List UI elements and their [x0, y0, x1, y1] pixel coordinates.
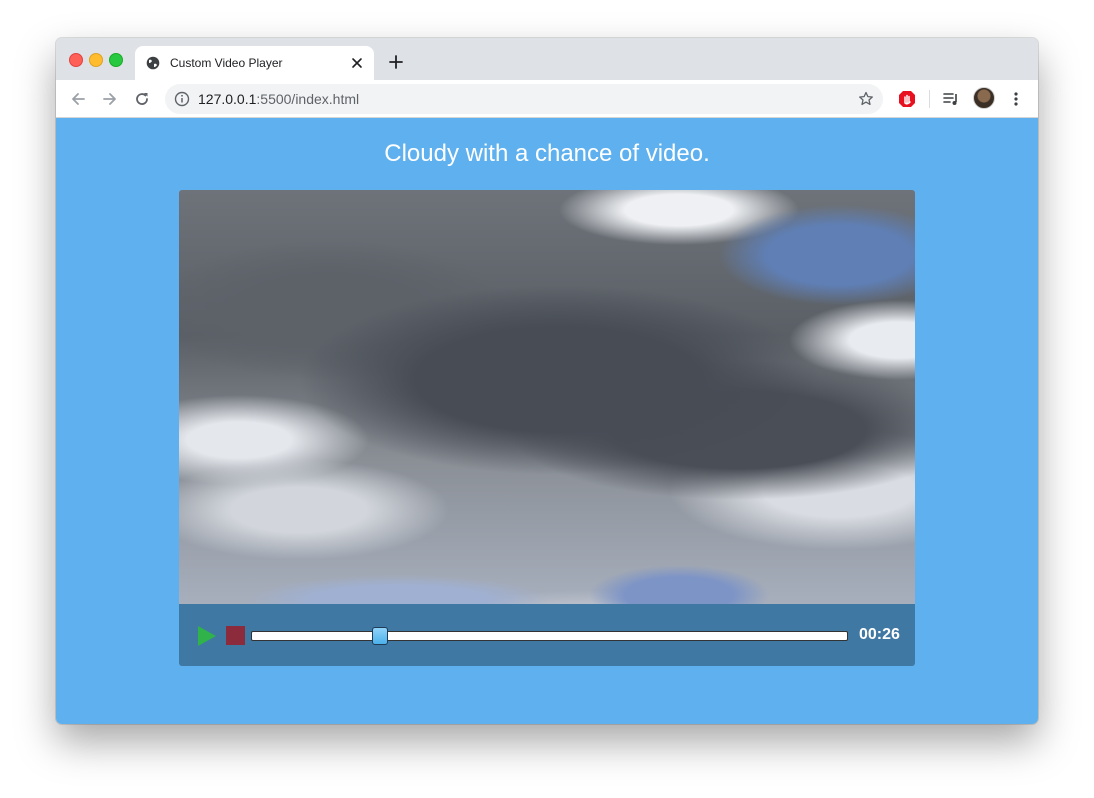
player-controls: 00:26 — [179, 604, 915, 666]
title-bar: Custom Video Player — [56, 38, 1038, 80]
plus-icon[interactable] — [386, 52, 406, 72]
browser-toolbar: 127.0.0.1:5500/index.html — [56, 80, 1038, 118]
timestamp: 00:26 — [859, 626, 900, 643]
back-arrow-icon[interactable] — [68, 89, 88, 109]
progress-bar[interactable] — [251, 627, 848, 645]
play-button[interactable] — [198, 626, 216, 646]
star-icon[interactable] — [857, 90, 875, 108]
url-path: :5500/index.html — [256, 91, 360, 107]
avatar[interactable] — [973, 87, 995, 109]
globe-icon — [146, 56, 160, 70]
tab-custom-video-player[interactable]: Custom Video Player — [135, 46, 374, 80]
page-content: Cloudy with a chance of video. 00:26 — [56, 118, 1038, 724]
progress-thumb[interactable] — [371, 627, 388, 645]
kebab-menu-icon[interactable] — [1006, 89, 1026, 109]
video-player: 00:26 — [179, 190, 915, 666]
url-text[interactable]: 127.0.0.1:5500/index.html — [198, 91, 359, 107]
adblock-icon[interactable] — [897, 89, 917, 109]
media-queue-icon[interactable] — [941, 89, 961, 109]
address-bar[interactable]: 127.0.0.1:5500/index.html — [165, 84, 883, 114]
maximize-window-button[interactable] — [109, 53, 123, 67]
browser-window: Custom Video Player 127.0.0.1:5500/index… — [56, 38, 1038, 724]
close-window-button[interactable] — [69, 53, 83, 67]
stop-button[interactable] — [226, 626, 245, 645]
minimize-window-button[interactable] — [89, 53, 103, 67]
url-host: 127.0.0.1 — [198, 91, 257, 107]
toolbar-divider — [929, 90, 930, 108]
video-frame[interactable] — [179, 190, 915, 604]
info-icon[interactable] — [174, 91, 190, 107]
tab-title: Custom Video Player — [170, 56, 283, 70]
close-icon[interactable] — [347, 53, 367, 73]
page-title: Cloudy with a chance of video. — [384, 140, 710, 167]
reload-icon[interactable] — [132, 89, 152, 109]
forward-arrow-icon[interactable] — [100, 89, 120, 109]
